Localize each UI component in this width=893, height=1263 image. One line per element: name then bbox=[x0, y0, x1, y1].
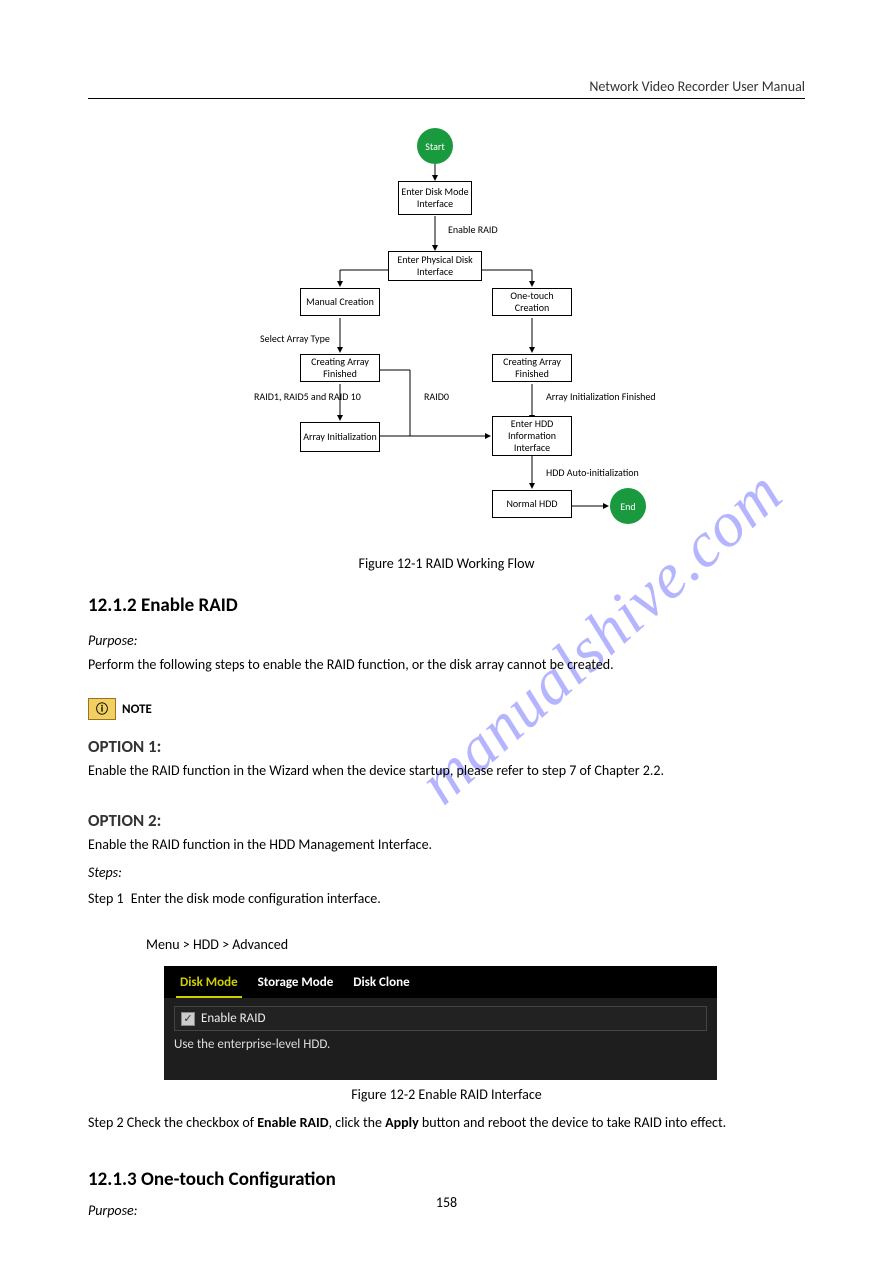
flow-box-cfin-l: Creating Array Finished bbox=[300, 354, 380, 382]
page-header: Network Video Recorder User Manual bbox=[88, 78, 805, 95]
page-number: 158 bbox=[0, 1194, 893, 1211]
option2-text: Enable the RAID function in the HDD Mana… bbox=[88, 834, 432, 855]
flow-label-enable-raid: Enable RAID bbox=[448, 223, 498, 236]
flow-start: Start bbox=[417, 128, 453, 164]
enable-raid-label: Enable RAID bbox=[201, 1011, 265, 1026]
note-label: NOTE bbox=[122, 702, 152, 717]
purpose-text-1: Perform the following steps to enable th… bbox=[88, 654, 805, 675]
flow-box-onetouch: One-touch Creation bbox=[492, 288, 572, 316]
flow-end-label: End bbox=[620, 500, 635, 513]
option1-text: Enable the RAID function in the Wizard w… bbox=[88, 760, 805, 781]
disk-mode-tabbar: Disk Mode Storage Mode Disk Clone bbox=[164, 966, 717, 998]
disk-mode-panel: Disk Mode Storage Mode Disk Clone ✓ Enab… bbox=[164, 966, 717, 1080]
step2-label: Step 2 bbox=[88, 1114, 124, 1131]
section-title-enable-raid: 12.1.2 Enable RAID bbox=[88, 594, 238, 617]
step1-path: Menu > HDD > Advanced bbox=[146, 934, 288, 955]
enable-raid-checkbox[interactable]: ✓ bbox=[181, 1012, 195, 1026]
flow-box-ehdd: Enter HDD Information Interface bbox=[492, 416, 572, 456]
step2-row: Step 2 Check the checkbox of Enable RAID… bbox=[88, 1112, 805, 1133]
flow-label-raid-note: RAID1, RAID5 and RAID 10 bbox=[254, 390, 334, 403]
flow-label-init-fin: Array Initialization Finished bbox=[546, 390, 656, 403]
flow-box-phys: Enter Physical Disk Interface bbox=[388, 251, 482, 281]
step1-row: Step 1 Enter the disk mode configuration… bbox=[88, 888, 381, 909]
note-icon bbox=[88, 698, 116, 720]
flow-start-label: Start bbox=[425, 140, 444, 153]
purpose-label-1: Purpose: bbox=[88, 630, 138, 651]
tab-disk-mode[interactable]: Disk Mode bbox=[170, 966, 248, 998]
flow-box-cfin-r: Creating Array Finished bbox=[492, 354, 572, 382]
flow-box-disk-mode: Enter Disk Mode Interface bbox=[398, 181, 472, 215]
option1-heading: OPTION 1: bbox=[88, 734, 161, 760]
enterprise-hdd-hint: Use the enterprise-level HDD. bbox=[174, 1037, 707, 1052]
section-title-onetouch: 12.1.3 One-touch Configuration bbox=[88, 1168, 336, 1191]
flow-end: End bbox=[610, 488, 646, 524]
tab-disk-clone[interactable]: Disk Clone bbox=[343, 966, 419, 998]
flow-label-raid0: RAID0 bbox=[424, 390, 449, 403]
header-divider bbox=[88, 98, 805, 99]
flow-box-ainit: Array Initialization bbox=[300, 422, 380, 452]
flow-caption: Figure 12-1 RAID Working Flow bbox=[0, 555, 893, 572]
enable-raid-row[interactable]: ✓ Enable RAID bbox=[174, 1006, 707, 1031]
steps-label: Steps: bbox=[88, 862, 122, 883]
step1-label: Step 1 bbox=[88, 890, 124, 907]
flow-label-select-type: Select Array Type bbox=[260, 332, 330, 345]
manual-title: Network Video Recorder User Manual bbox=[589, 78, 805, 95]
flowchart: Start Enter Disk Mode Interface Enable R… bbox=[230, 118, 690, 538]
option2-heading: OPTION 2: bbox=[88, 808, 161, 834]
flow-box-manual: Manual Creation bbox=[300, 288, 380, 316]
step1-text: Enter the disk mode configuration interf… bbox=[131, 890, 381, 907]
panel-caption: Figure 12-2 Enable RAID Interface bbox=[0, 1086, 893, 1103]
tab-storage-mode[interactable]: Storage Mode bbox=[248, 966, 344, 998]
note-row: NOTE bbox=[88, 698, 152, 720]
flow-label-autoinit: HDD Auto-initialization bbox=[546, 466, 639, 479]
flow-box-normal: Normal HDD bbox=[492, 490, 572, 518]
